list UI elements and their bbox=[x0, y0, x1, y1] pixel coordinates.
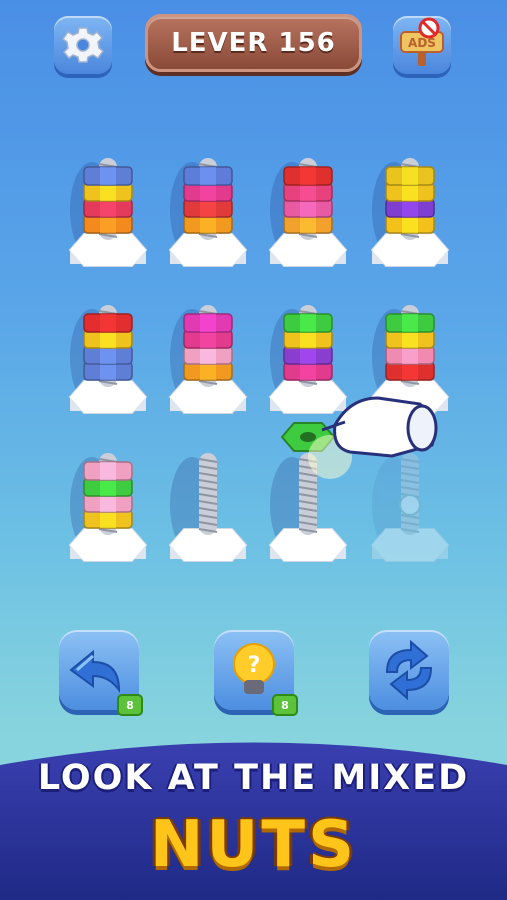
svg-text:?: ? bbox=[248, 653, 261, 678]
bolt-column[interactable] bbox=[68, 453, 148, 562]
undo-count-badge: 8 bbox=[117, 694, 143, 716]
nut-highlight bbox=[300, 314, 316, 332]
bolt-column[interactable] bbox=[370, 453, 450, 562]
undo-button[interactable]: 8 bbox=[59, 630, 143, 716]
nut-highlight bbox=[100, 314, 116, 332]
game-board bbox=[68, 158, 450, 562]
bolt-column[interactable] bbox=[268, 158, 348, 267]
banner-title: LOOK AT THE MIXED bbox=[37, 758, 470, 798]
bolt-column[interactable] bbox=[68, 158, 148, 267]
shuffle-button[interactable] bbox=[369, 630, 449, 710]
banner-subtitle: NUTS bbox=[149, 808, 358, 882]
nut-hole bbox=[300, 432, 316, 442]
bolt-column[interactable] bbox=[168, 158, 248, 267]
add-bolt-icon bbox=[399, 494, 421, 516]
refresh-arrows-icon bbox=[385, 639, 433, 701]
bolt-column[interactable] bbox=[370, 305, 450, 414]
bolt-column[interactable] bbox=[168, 453, 248, 562]
bolt-column[interactable] bbox=[168, 305, 248, 414]
bolt-column[interactable] bbox=[68, 305, 148, 414]
nut-highlight bbox=[100, 167, 116, 185]
bolt-column[interactable] bbox=[268, 305, 348, 414]
nut-highlight bbox=[402, 314, 418, 332]
nut-highlight bbox=[300, 167, 316, 185]
hint-count-badge: 8 bbox=[272, 694, 298, 716]
nut-highlight bbox=[100, 462, 116, 480]
nut-highlight bbox=[200, 167, 216, 185]
bolt-column[interactable] bbox=[370, 158, 450, 267]
hint-button[interactable]: ? 8 bbox=[214, 630, 298, 716]
nut-highlight bbox=[402, 167, 418, 185]
nut-highlight bbox=[200, 314, 216, 332]
